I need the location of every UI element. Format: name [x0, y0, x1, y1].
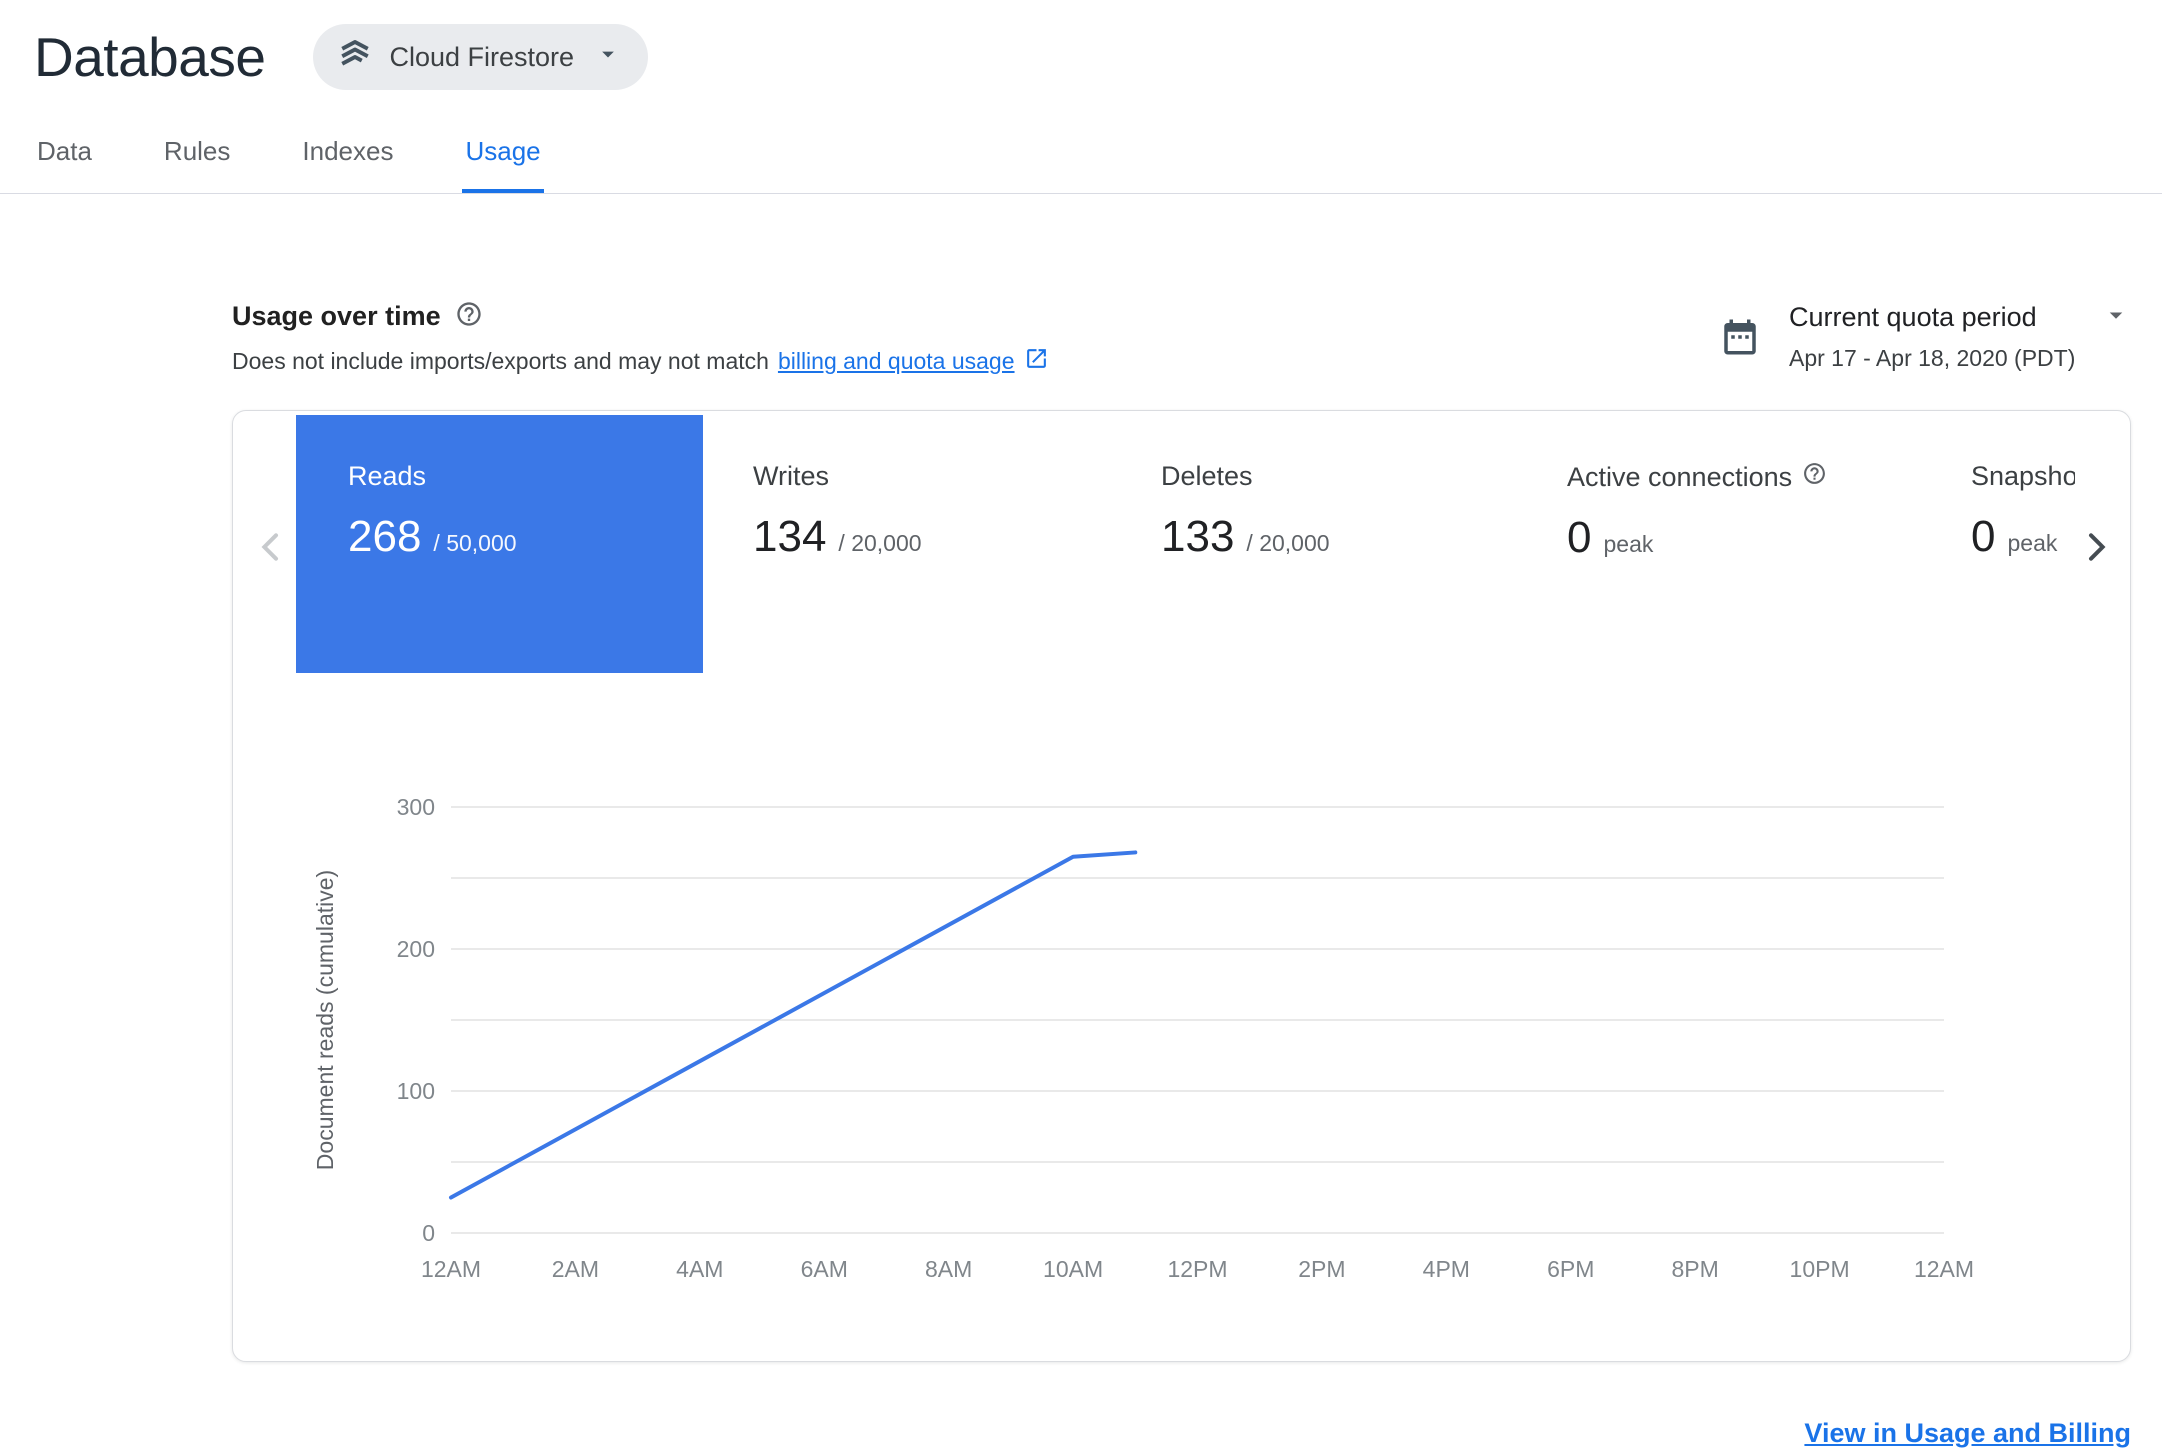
metric-value: 0 peak — [1971, 512, 2075, 562]
metric-label: Reads — [348, 461, 427, 491]
svg-text:12AM: 12AM — [421, 1256, 481, 1282]
usage-section-left: Usage over time Does not include imports… — [232, 300, 1049, 377]
tab-bar: Data Rules Indexes Usage — [0, 90, 2162, 194]
metrics-scroll-left-button[interactable] — [251, 527, 291, 570]
metric-number: 134 — [753, 512, 827, 561]
svg-text:2AM: 2AM — [552, 1256, 599, 1282]
svg-text:12AM: 12AM — [1914, 1256, 1974, 1282]
tab-data[interactable]: Data — [34, 136, 95, 193]
metric-number: 268 — [348, 512, 422, 561]
database-selector-label: Cloud Firestore — [389, 41, 575, 72]
tab-indexes[interactable]: Indexes — [299, 136, 396, 193]
svg-text:12PM: 12PM — [1167, 1256, 1227, 1282]
metric-number: 133 — [1161, 512, 1235, 561]
metric-tab-deletes[interactable]: Deletes 133 / 20,000 — [1161, 415, 1330, 562]
section-title: Usage over time — [232, 301, 441, 331]
metric-denominator: / 50,000 — [433, 530, 517, 556]
metric-tab-snapshots[interactable]: Snapshot 0 peak — [1971, 415, 2075, 562]
external-link-icon[interactable] — [1024, 346, 1049, 377]
metric-denominator: / 20,000 — [838, 530, 922, 556]
metric-number: 0 — [1567, 513, 1592, 562]
tab-rules[interactable]: Rules — [161, 136, 233, 193]
section-subtitle: Does not include imports/exports and may… — [232, 348, 769, 374]
metric-label: Deletes — [1161, 461, 1253, 491]
quota-period-label: Current quota period — [1789, 302, 2037, 332]
metric-number: 0 — [1971, 512, 1996, 561]
metrics-scroll-right-button[interactable] — [2076, 527, 2116, 570]
tab-usage[interactable]: Usage — [462, 136, 544, 193]
metric-tab-writes[interactable]: Writes 134 / 20,000 — [753, 415, 922, 562]
view-usage-billing-link[interactable]: View in Usage and Billing — [1804, 1418, 2131, 1448]
metric-tab-reads[interactable]: Reads 268 / 50,000 — [296, 415, 703, 673]
metric-denominator: / 20,000 — [1246, 530, 1330, 556]
svg-text:0: 0 — [422, 1220, 435, 1246]
svg-text:8AM: 8AM — [925, 1256, 972, 1282]
usage-section-header: Usage over time Does not include imports… — [232, 300, 2131, 377]
metric-label: Active connections — [1567, 461, 1793, 492]
svg-text:100: 100 — [397, 1078, 435, 1104]
page-title: Database — [34, 26, 266, 88]
svg-text:6PM: 6PM — [1547, 1256, 1594, 1282]
calendar-icon — [1719, 316, 1761, 363]
help-icon[interactable] — [1802, 461, 1827, 493]
metric-label: Writes — [753, 461, 830, 491]
firestore-icon — [337, 36, 373, 79]
footer-row: View in Usage and Billing — [232, 1418, 2131, 1449]
svg-text:10AM: 10AM — [1043, 1256, 1103, 1282]
svg-text:300: 300 — [397, 794, 435, 820]
help-icon[interactable] — [455, 300, 483, 333]
metric-value: 134 / 20,000 — [753, 512, 922, 562]
metric-denominator: peak — [2007, 530, 2058, 556]
svg-text:200: 200 — [397, 936, 435, 962]
svg-text:2PM: 2PM — [1298, 1256, 1345, 1282]
metric-tab-active-connections[interactable]: Active connections 0 peak — [1567, 415, 1827, 563]
page-header: Database Cloud Firestore — [0, 0, 2162, 90]
database-selector[interactable]: Cloud Firestore — [313, 24, 649, 90]
caret-down-icon — [594, 40, 622, 75]
svg-text:Document reads (cumulative): Document reads (cumulative) — [312, 870, 338, 1170]
billing-quota-link[interactable]: billing and quota usage — [778, 348, 1015, 375]
metric-value: 0 peak — [1567, 513, 1827, 563]
quota-period-range: Apr 17 - Apr 18, 2020 (PDT) — [1789, 345, 2076, 371]
quota-period-dropdown[interactable]: Current quota period — [1789, 300, 2131, 335]
usage-chart: 0 100 200 300 12AM 2AM 4AM 6AM 8AM 10AM 12PM 2PM 4PM… — [312, 794, 1974, 1282]
firestore-usage-page: Database Cloud Firestore Data Rules Inde… — [0, 0, 2162, 1456]
metric-value: 268 / 50,000 — [348, 512, 703, 562]
metric-value: 133 / 20,000 — [1161, 512, 1330, 562]
metric-denominator: peak — [1603, 531, 1654, 557]
svg-text:4AM: 4AM — [676, 1256, 723, 1282]
svg-text:8PM: 8PM — [1672, 1256, 1719, 1282]
svg-text:4PM: 4PM — [1423, 1256, 1470, 1282]
caret-down-icon — [2101, 300, 2131, 335]
quota-period-controls: Current quota period Apr 17 - Apr 18, 20… — [1719, 300, 2131, 377]
svg-text:10PM: 10PM — [1790, 1256, 1850, 1282]
metric-label: Snapshot — [1971, 461, 2075, 491]
usage-card: Reads 268 / 50,000 Writes 134 / 20,000 D… — [232, 410, 2131, 1362]
svg-text:6AM: 6AM — [801, 1256, 848, 1282]
